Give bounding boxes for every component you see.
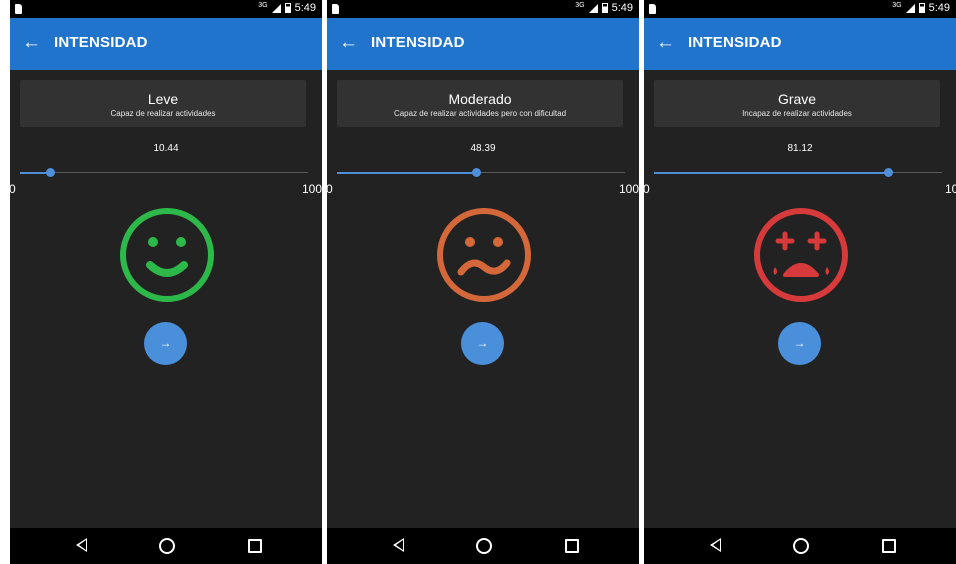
status-bar: 3G 5:49 xyxy=(644,0,956,18)
slider-min-label: 0 xyxy=(327,182,333,196)
intensity-card: Grave Incapaz de realizar actividades xyxy=(654,80,940,127)
intensity-value: 10.44 xyxy=(153,143,179,154)
arrow-right-icon: → xyxy=(476,336,489,350)
page-title: INTENSIDAD xyxy=(371,34,465,51)
arrow-right-icon: → xyxy=(793,336,806,350)
back-arrow-icon[interactable]: ← xyxy=(656,32,675,54)
battery-icon xyxy=(601,3,608,13)
intensity-description: Incapaz de realizar actividades xyxy=(742,109,852,118)
nav-back-icon[interactable] xyxy=(393,538,404,552)
sim-card-icon xyxy=(649,4,656,14)
slider-max-label: 100 xyxy=(618,182,639,196)
nav-back-icon[interactable] xyxy=(76,538,87,552)
slider-min-label: 0 xyxy=(644,182,650,196)
app-bar: ← INTENSIDAD xyxy=(10,18,322,70)
intensity-slider[interactable] xyxy=(20,168,308,177)
intensity-level-label: Grave xyxy=(777,91,817,107)
nav-back-icon[interactable] xyxy=(710,538,721,552)
phone-screen-leve: 3G 5:49 ← INTENSIDAD Leve Capaz de reali… xyxy=(10,0,322,564)
network-type: 3G xyxy=(575,1,585,9)
app-bar: ← INTENSIDAD xyxy=(644,18,956,70)
smile-face-icon xyxy=(120,208,214,302)
nav-recents-icon[interactable] xyxy=(882,539,896,553)
status-bar: 3G 5:49 xyxy=(327,0,639,18)
next-button[interactable]: → xyxy=(778,322,821,365)
nav-home-icon[interactable] xyxy=(793,538,809,554)
app-bar: ← INTENSIDAD xyxy=(327,18,639,70)
page-title: INTENSIDAD xyxy=(54,34,148,51)
intensity-level-label: Moderado xyxy=(448,91,512,107)
intensity-description: Capaz de realizar actividades pero con d… xyxy=(393,109,567,118)
intensity-card: Leve Capaz de realizar actividades xyxy=(20,80,306,127)
back-arrow-icon[interactable]: ← xyxy=(22,32,41,54)
sim-card-icon xyxy=(332,4,339,14)
clock: 5:49 xyxy=(928,2,950,14)
slider-thumb[interactable] xyxy=(883,168,893,177)
clock: 5:49 xyxy=(611,2,633,14)
queasy-face-icon xyxy=(437,208,531,302)
intensity-slider[interactable] xyxy=(654,168,942,177)
intensity-description: Capaz de realizar actividades xyxy=(110,109,216,118)
intensity-card: Moderado Capaz de realizar actividades p… xyxy=(337,80,623,127)
phone-screen-moderado: 3G 5:49 ← INTENSIDAD Moderado Capaz de r… xyxy=(327,0,639,564)
next-button[interactable]: → xyxy=(461,322,504,365)
battery-icon xyxy=(284,3,291,13)
intensity-level-label: Leve xyxy=(147,91,179,107)
slider-min-label: 0 xyxy=(10,182,16,196)
nav-home-icon[interactable] xyxy=(159,538,175,554)
slider-max-label: 100 xyxy=(301,182,322,196)
back-arrow-icon[interactable]: ← xyxy=(339,32,358,54)
signal-icon xyxy=(588,3,598,13)
signal-icon xyxy=(271,3,281,13)
system-nav-bar xyxy=(10,528,322,564)
slider-max-label: 100 xyxy=(944,182,956,196)
phone-screen-grave: 3G 5:49 ← INTENSIDAD Grave Incapaz de re… xyxy=(644,0,956,564)
slider-fill xyxy=(337,172,477,174)
slider-thumb[interactable] xyxy=(472,168,482,177)
slider-track xyxy=(20,172,308,173)
clock: 5:49 xyxy=(294,2,316,14)
page-title: INTENSIDAD xyxy=(688,34,782,51)
network-type: 3G xyxy=(258,1,268,9)
intensity-value: 81.12 xyxy=(787,143,813,154)
system-nav-bar xyxy=(327,528,639,564)
intensity-value: 48.39 xyxy=(470,143,496,154)
intensity-slider[interactable] xyxy=(337,168,625,177)
slider-fill xyxy=(654,172,888,174)
nav-home-icon[interactable] xyxy=(476,538,492,554)
nav-recents-icon[interactable] xyxy=(248,539,262,553)
slider-thumb[interactable] xyxy=(46,168,56,177)
network-type: 3G xyxy=(892,1,902,9)
system-nav-bar xyxy=(644,528,956,564)
crying-face-icon xyxy=(754,208,848,302)
battery-icon xyxy=(918,3,925,13)
next-button[interactable]: → xyxy=(144,322,187,365)
sim-card-icon xyxy=(15,4,22,14)
signal-icon xyxy=(905,3,915,13)
arrow-right-icon: → xyxy=(159,336,172,350)
nav-recents-icon[interactable] xyxy=(565,539,579,553)
status-bar: 3G 5:49 xyxy=(10,0,322,18)
